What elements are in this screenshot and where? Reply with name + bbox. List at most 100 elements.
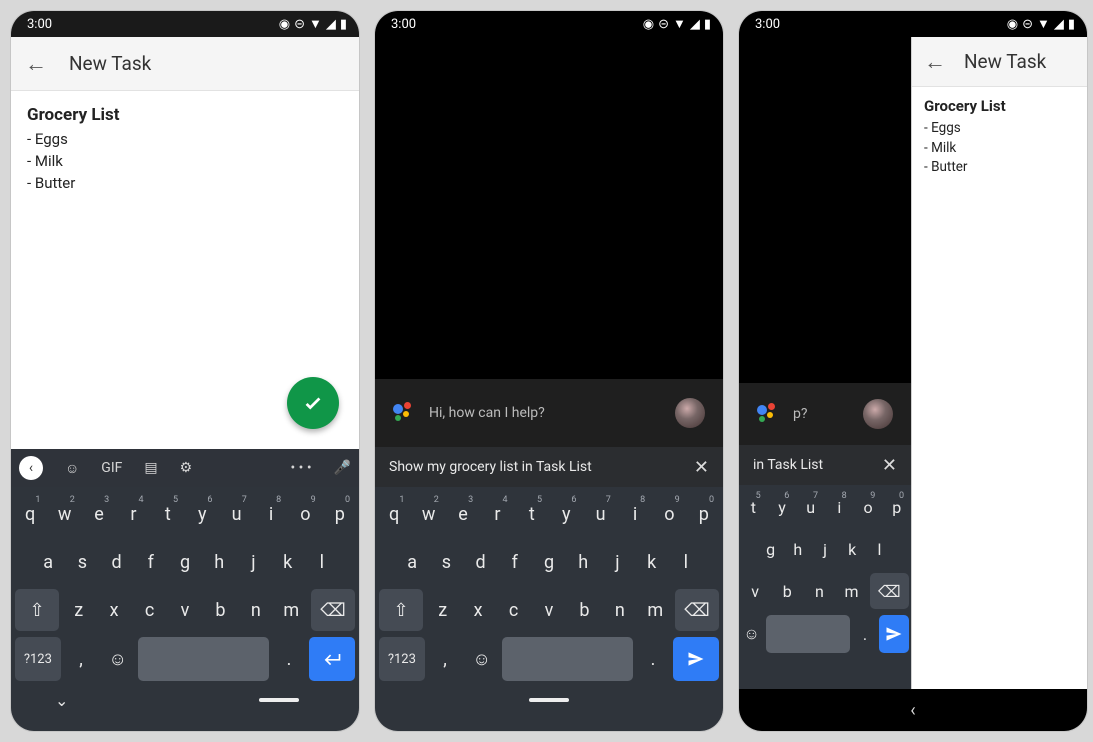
key-o[interactable]: o9 xyxy=(654,493,684,535)
key-k[interactable]: k xyxy=(841,531,864,567)
key-n[interactable]: n xyxy=(604,589,635,631)
key-v[interactable]: v xyxy=(741,573,769,609)
period-key[interactable]: . xyxy=(854,615,875,653)
confirm-fab[interactable] xyxy=(287,377,339,429)
space-key[interactable] xyxy=(502,637,633,681)
key-r[interactable]: r4 xyxy=(118,493,148,535)
key-z[interactable]: z xyxy=(63,589,94,631)
chevron-left-icon[interactable]: ‹ xyxy=(19,456,43,480)
shift-key[interactable]: ⇧ xyxy=(379,589,423,631)
key-y[interactable]: y6 xyxy=(551,493,581,535)
key-d[interactable]: d xyxy=(465,541,495,583)
back-arrow-icon[interactable]: ← xyxy=(25,51,47,77)
user-avatar[interactable] xyxy=(863,399,893,429)
key-a[interactable]: a xyxy=(33,541,63,583)
key-p[interactable]: p0 xyxy=(325,493,355,535)
backspace-key[interactable]: ⌫ xyxy=(870,573,909,609)
symbols-key[interactable]: ?123 xyxy=(379,637,425,681)
key-p[interactable]: p0 xyxy=(689,493,719,535)
key-k[interactable]: k xyxy=(637,541,667,583)
key-w[interactable]: w2 xyxy=(413,493,443,535)
key-q[interactable]: q1 xyxy=(15,493,45,535)
send-key[interactable] xyxy=(879,615,909,653)
nav-down-icon[interactable]: ⌄ xyxy=(55,691,68,710)
key-t[interactable]: t5 xyxy=(517,493,547,535)
key-e[interactable]: e3 xyxy=(448,493,478,535)
key-o[interactable]: o9 xyxy=(856,489,881,525)
close-icon[interactable]: ✕ xyxy=(882,455,897,476)
enter-key[interactable] xyxy=(309,637,355,681)
key-g[interactable]: g xyxy=(759,531,782,567)
key-k[interactable]: k xyxy=(273,541,303,583)
user-avatar[interactable] xyxy=(675,398,705,428)
key-c[interactable]: c xyxy=(498,589,529,631)
period-key[interactable]: . xyxy=(637,637,670,681)
sticker-icon[interactable]: ☺ xyxy=(65,460,79,477)
key-i[interactable]: i8 xyxy=(256,493,286,535)
key-r[interactable]: r4 xyxy=(482,493,512,535)
key-i[interactable]: i8 xyxy=(827,489,852,525)
key-w[interactable]: w2 xyxy=(49,493,79,535)
assistant-query-bar[interactable]: in Task List ✕ xyxy=(739,445,911,485)
key-p[interactable]: p0 xyxy=(884,489,909,525)
key-u[interactable]: u7 xyxy=(221,493,251,535)
period-key[interactable]: . xyxy=(273,637,306,681)
backspace-key[interactable]: ⌫ xyxy=(311,589,355,631)
send-key[interactable] xyxy=(673,637,719,681)
space-key[interactable] xyxy=(138,637,269,681)
key-b[interactable]: b xyxy=(205,589,236,631)
key-y[interactable]: y6 xyxy=(187,493,217,535)
key-b[interactable]: b xyxy=(569,589,600,631)
gear-icon[interactable]: ⚙ xyxy=(180,460,193,476)
emoji-key[interactable]: ☺ xyxy=(741,615,762,653)
key-b[interactable]: b xyxy=(773,573,801,609)
key-j[interactable]: j xyxy=(813,531,836,567)
key-c[interactable]: c xyxy=(134,589,165,631)
key-t[interactable]: t5 xyxy=(153,493,183,535)
key-l[interactable]: l xyxy=(307,541,337,583)
key-u[interactable]: u7 xyxy=(798,489,823,525)
key-j[interactable]: j xyxy=(238,541,268,583)
key-z[interactable]: z xyxy=(427,589,458,631)
key-u[interactable]: u7 xyxy=(585,493,615,535)
key-v[interactable]: v xyxy=(533,589,564,631)
space-key[interactable] xyxy=(766,615,850,653)
key-l[interactable]: l xyxy=(671,541,701,583)
key-v[interactable]: v xyxy=(169,589,200,631)
note-content[interactable]: Grocery List - Eggs - Milk - Butter xyxy=(11,91,359,208)
key-h[interactable]: h xyxy=(786,531,809,567)
back-arrow-icon[interactable]: ← xyxy=(924,49,946,75)
key-j[interactable]: j xyxy=(602,541,632,583)
assistant-query-bar[interactable]: Show my grocery list in Task List ✕ xyxy=(375,447,723,487)
more-icon[interactable]: • • • xyxy=(290,460,311,476)
key-s[interactable]: s xyxy=(67,541,97,583)
key-n[interactable]: n xyxy=(240,589,271,631)
key-f[interactable]: f xyxy=(136,541,166,583)
key-y[interactable]: y6 xyxy=(770,489,795,525)
emoji-key[interactable]: ☺ xyxy=(465,637,498,681)
key-h[interactable]: h xyxy=(204,541,234,583)
key-n[interactable]: n xyxy=(805,573,833,609)
nav-pill[interactable] xyxy=(529,698,569,702)
close-icon[interactable]: ✕ xyxy=(694,457,709,478)
key-f[interactable]: f xyxy=(500,541,530,583)
comma-key[interactable]: , xyxy=(65,637,98,681)
shift-key[interactable]: ⇧ xyxy=(15,589,59,631)
key-x[interactable]: x xyxy=(98,589,129,631)
key-t[interactable]: t5 xyxy=(741,489,766,525)
nav-back-icon[interactable]: ‹ xyxy=(910,700,915,721)
backspace-key[interactable]: ⌫ xyxy=(675,589,719,631)
emoji-key[interactable]: ☺ xyxy=(101,637,134,681)
clipboard-icon[interactable]: ▤ xyxy=(144,460,157,476)
mic-icon[interactable]: 🎤 xyxy=(334,460,351,476)
key-i[interactable]: i8 xyxy=(620,493,650,535)
nav-pill[interactable] xyxy=(259,698,299,702)
key-m[interactable]: m xyxy=(276,589,307,631)
key-h[interactable]: h xyxy=(568,541,598,583)
key-m[interactable]: m xyxy=(640,589,671,631)
gif-button[interactable]: GIF xyxy=(101,460,122,476)
key-d[interactable]: d xyxy=(101,541,131,583)
key-e[interactable]: e3 xyxy=(84,493,114,535)
symbols-key[interactable]: ?123 xyxy=(15,637,61,681)
key-a[interactable]: a xyxy=(397,541,427,583)
